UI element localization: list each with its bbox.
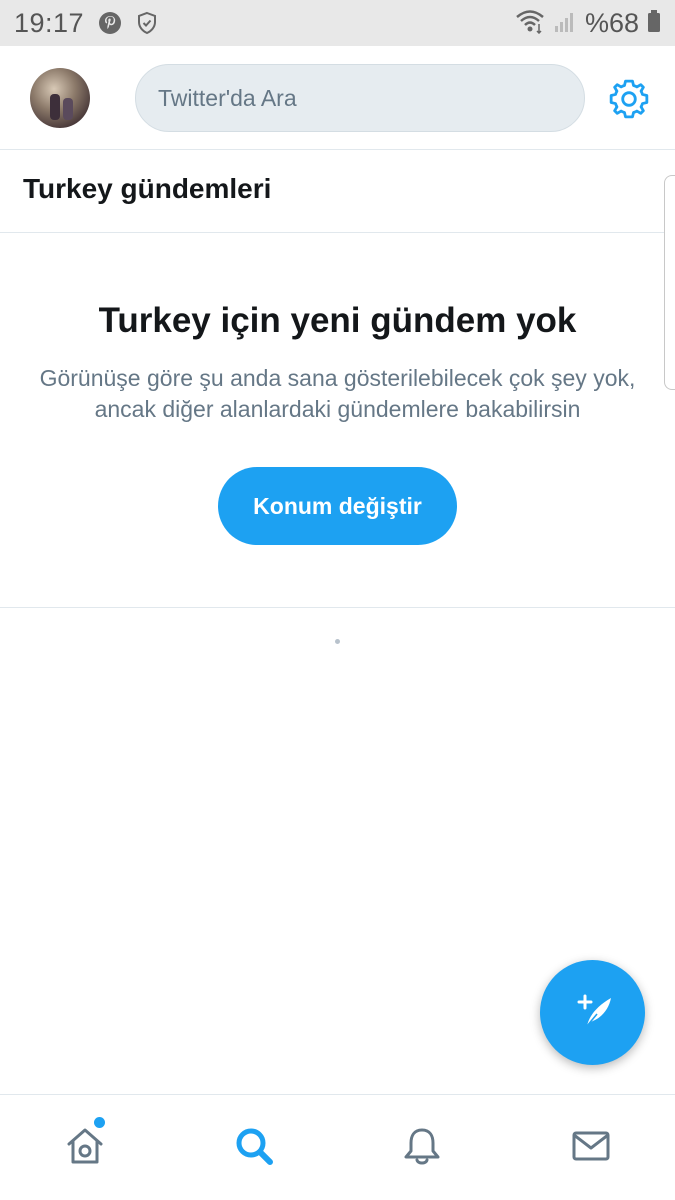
wifi-icon <box>515 8 545 39</box>
empty-state-title: Turkey için yeni gündem yok <box>98 301 577 340</box>
shield-icon <box>136 11 158 35</box>
search-input[interactable] <box>136 65 584 131</box>
signal-icon <box>553 9 577 38</box>
search-bar[interactable] <box>135 64 585 132</box>
pinterest-icon <box>98 11 122 35</box>
status-time: 19:17 <box>14 7 85 38</box>
nav-search[interactable] <box>229 1123 279 1173</box>
bell-icon <box>400 1124 444 1173</box>
trends-title: Turkey gündemleri <box>23 173 272 204</box>
status-bar: 19:17 %68 <box>0 0 675 46</box>
battery-percent: %68 <box>584 7 639 38</box>
loading-indicator <box>335 639 340 644</box>
avatar[interactable] <box>30 68 90 128</box>
gear-icon[interactable] <box>608 78 650 120</box>
nav-messages[interactable] <box>566 1123 616 1173</box>
mail-icon <box>569 1124 613 1173</box>
empty-state-description: Görünüşe göre şu anda sana gösterilebile… <box>39 365 636 422</box>
change-location-button[interactable]: Konum değiştir <box>218 467 457 545</box>
top-header <box>0 46 675 150</box>
compose-tweet-button[interactable] <box>540 960 645 1065</box>
home-notification-dot <box>94 1117 105 1128</box>
nav-notifications[interactable] <box>397 1123 447 1173</box>
battery-icon <box>647 9 661 38</box>
nav-home[interactable] <box>60 1123 110 1173</box>
trends-header: Turkey gündemleri <box>0 150 675 233</box>
home-icon <box>63 1124 107 1173</box>
search-icon <box>232 1124 276 1173</box>
compose-tweet-icon <box>567 984 619 1041</box>
bottom-navigation <box>0 1094 675 1200</box>
empty-state: Turkey için yeni gündem yok Görünüşe gör… <box>0 233 675 608</box>
